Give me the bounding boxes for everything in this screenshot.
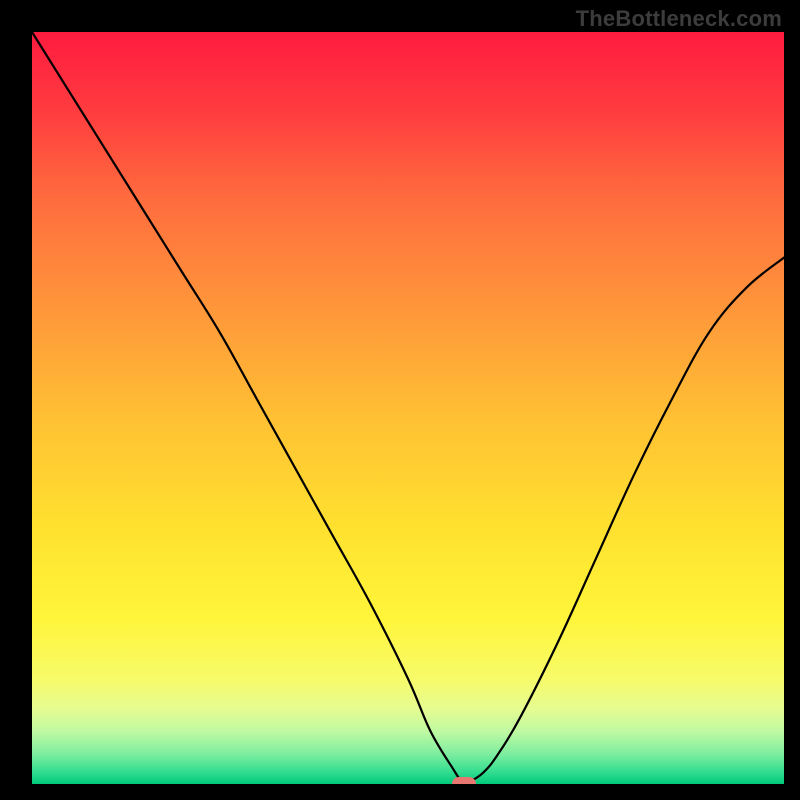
chart-frame: TheBottleneck.com xyxy=(0,0,800,800)
plot-area xyxy=(32,32,784,784)
optimal-marker xyxy=(452,777,476,784)
bottleneck-curve xyxy=(32,32,784,784)
watermark-text: TheBottleneck.com xyxy=(576,6,782,32)
